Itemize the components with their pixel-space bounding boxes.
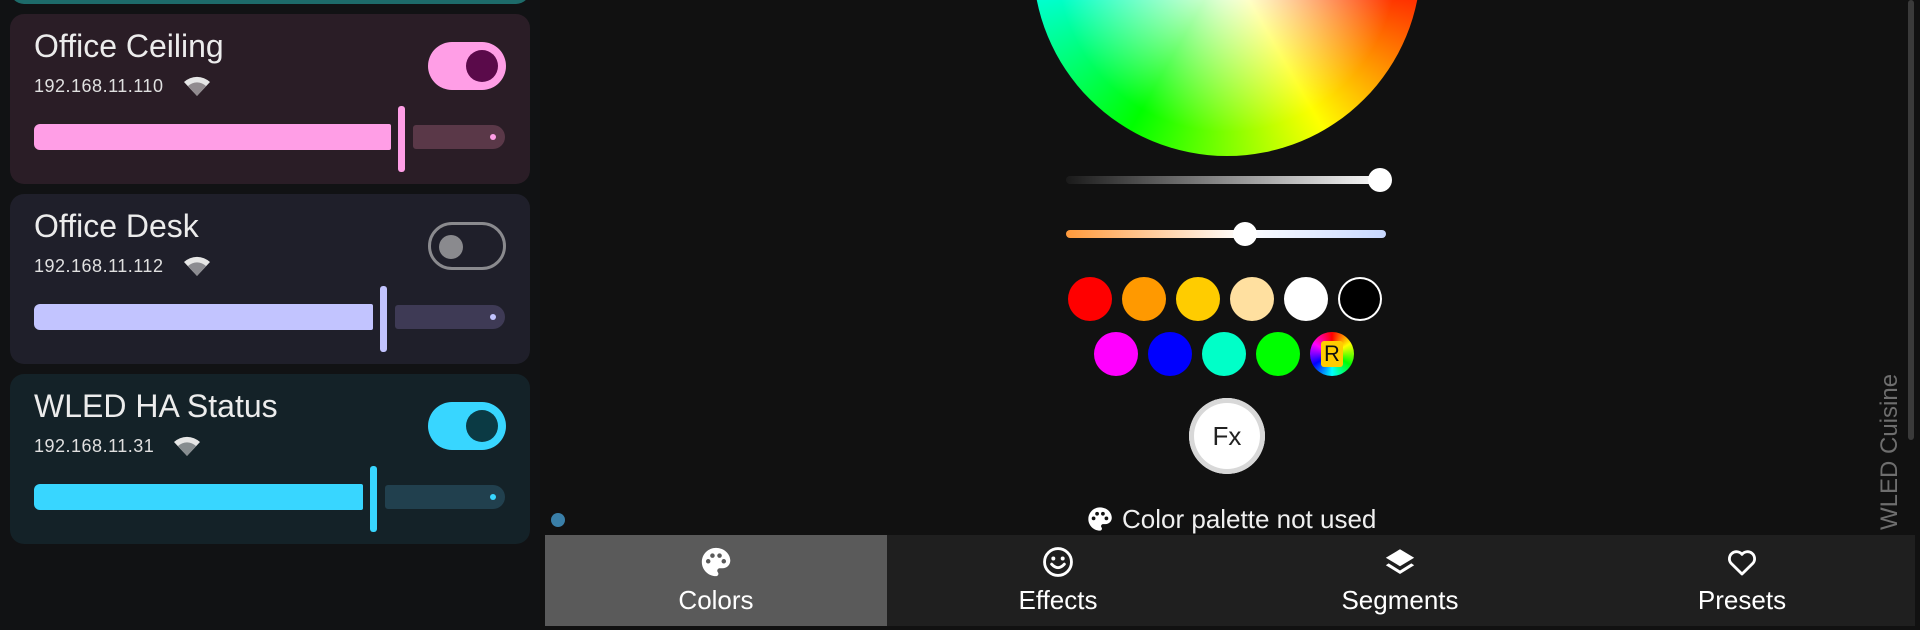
power-toggle[interactable] [428,402,506,450]
color-swatch-3[interactable] [1176,277,1220,321]
brightness-fill[interactable] [34,124,392,150]
wifi-icon [174,436,200,456]
previous-device-card[interactable] [10,0,530,4]
device-card-office-ceiling[interactable]: Office Ceiling 192.168.11.110 [10,14,530,184]
palette-icon [701,547,731,577]
fx-label: Fx [1212,420,1242,451]
scrollbar[interactable] [1908,0,1914,440]
tab-label: Effects [1018,585,1098,615]
brightness-handle[interactable] [379,286,387,352]
brightness-slider-thumb[interactable] [1367,168,1392,192]
device-sidebar: Office Ceiling 192.168.11.110 Office Des… [0,0,540,630]
layers-icon [1385,549,1415,575]
color-swatch-6[interactable] [1338,277,1382,321]
color-row2-swatch-1[interactable] [1094,332,1138,376]
color-swatch-5[interactable] [1284,277,1328,321]
brightness-fill[interactable] [34,484,364,510]
random-color-swatch[interactable]: R [1310,332,1354,376]
palette-icon [1088,507,1112,531]
track-end-dot [489,314,496,320]
temperature-slider-thumb[interactable] [1233,222,1258,246]
toggle-knob [466,50,498,82]
toggle-knob [466,410,498,442]
device-card-wled-ha-status[interactable]: WLED HA Status 192.168.11.31 [10,374,530,544]
brightness-handle[interactable] [370,466,378,532]
brightness-track[interactable] [385,485,505,509]
tab-effects[interactable]: Effects [887,535,1229,626]
device-name: Office Ceiling [34,28,224,64]
power-toggle[interactable] [428,222,506,270]
toggle-knob [439,235,463,259]
color-swatch-1[interactable] [1068,277,1112,321]
device-ip: 192.168.11.110 [34,76,164,96]
device-name-vertical: WLED Cuisine [1876,373,1903,530]
track-end-dot [489,134,496,140]
temperature-slider[interactable] [1066,230,1386,238]
brightness-track[interactable] [394,305,505,329]
brightness-slider[interactable] [1066,176,1386,184]
heart-icon [1728,550,1756,576]
bottom-tab-bar: Colors Effects Segments Presets [545,535,1915,626]
device-name: WLED HA Status [34,388,278,424]
color-row2-swatch-4[interactable] [1256,332,1300,376]
tab-label: Presets [1697,585,1787,615]
palette-note: Color palette not used [1086,503,1376,535]
palette-note-text: Color palette not used [1122,503,1377,534]
tab-presets[interactable]: Presets [1571,535,1913,626]
device-ip: 192.168.11.31 [34,436,155,456]
smiley-icon [1043,547,1073,577]
brightness-track[interactable] [413,125,505,149]
device-name: Office Desk [34,208,199,244]
device-card-office-desk[interactable]: Office Desk 192.168.11.112 [10,194,530,364]
power-toggle[interactable] [428,42,506,90]
color-swatch-2[interactable] [1122,277,1166,321]
tab-label: Segments [1341,585,1459,615]
wifi-icon [184,76,210,96]
connection-status-dot [551,513,565,527]
color-row2-swatch-3[interactable] [1202,332,1246,376]
color-swatch-4[interactable] [1230,277,1274,321]
brightness-fill[interactable] [34,304,373,330]
brightness-handle[interactable] [398,106,406,172]
random-label: R [1321,341,1343,367]
fx-button[interactable]: Fx [1189,398,1265,474]
tab-colors[interactable]: Colors [545,535,887,626]
tab-segments[interactable]: Segments [1229,535,1571,626]
color-row2-swatch-2[interactable] [1148,332,1192,376]
tab-label: Colors [678,585,754,615]
track-end-dot [489,494,496,500]
wifi-icon [184,256,210,276]
device-ip: 192.168.11.112 [34,256,164,276]
